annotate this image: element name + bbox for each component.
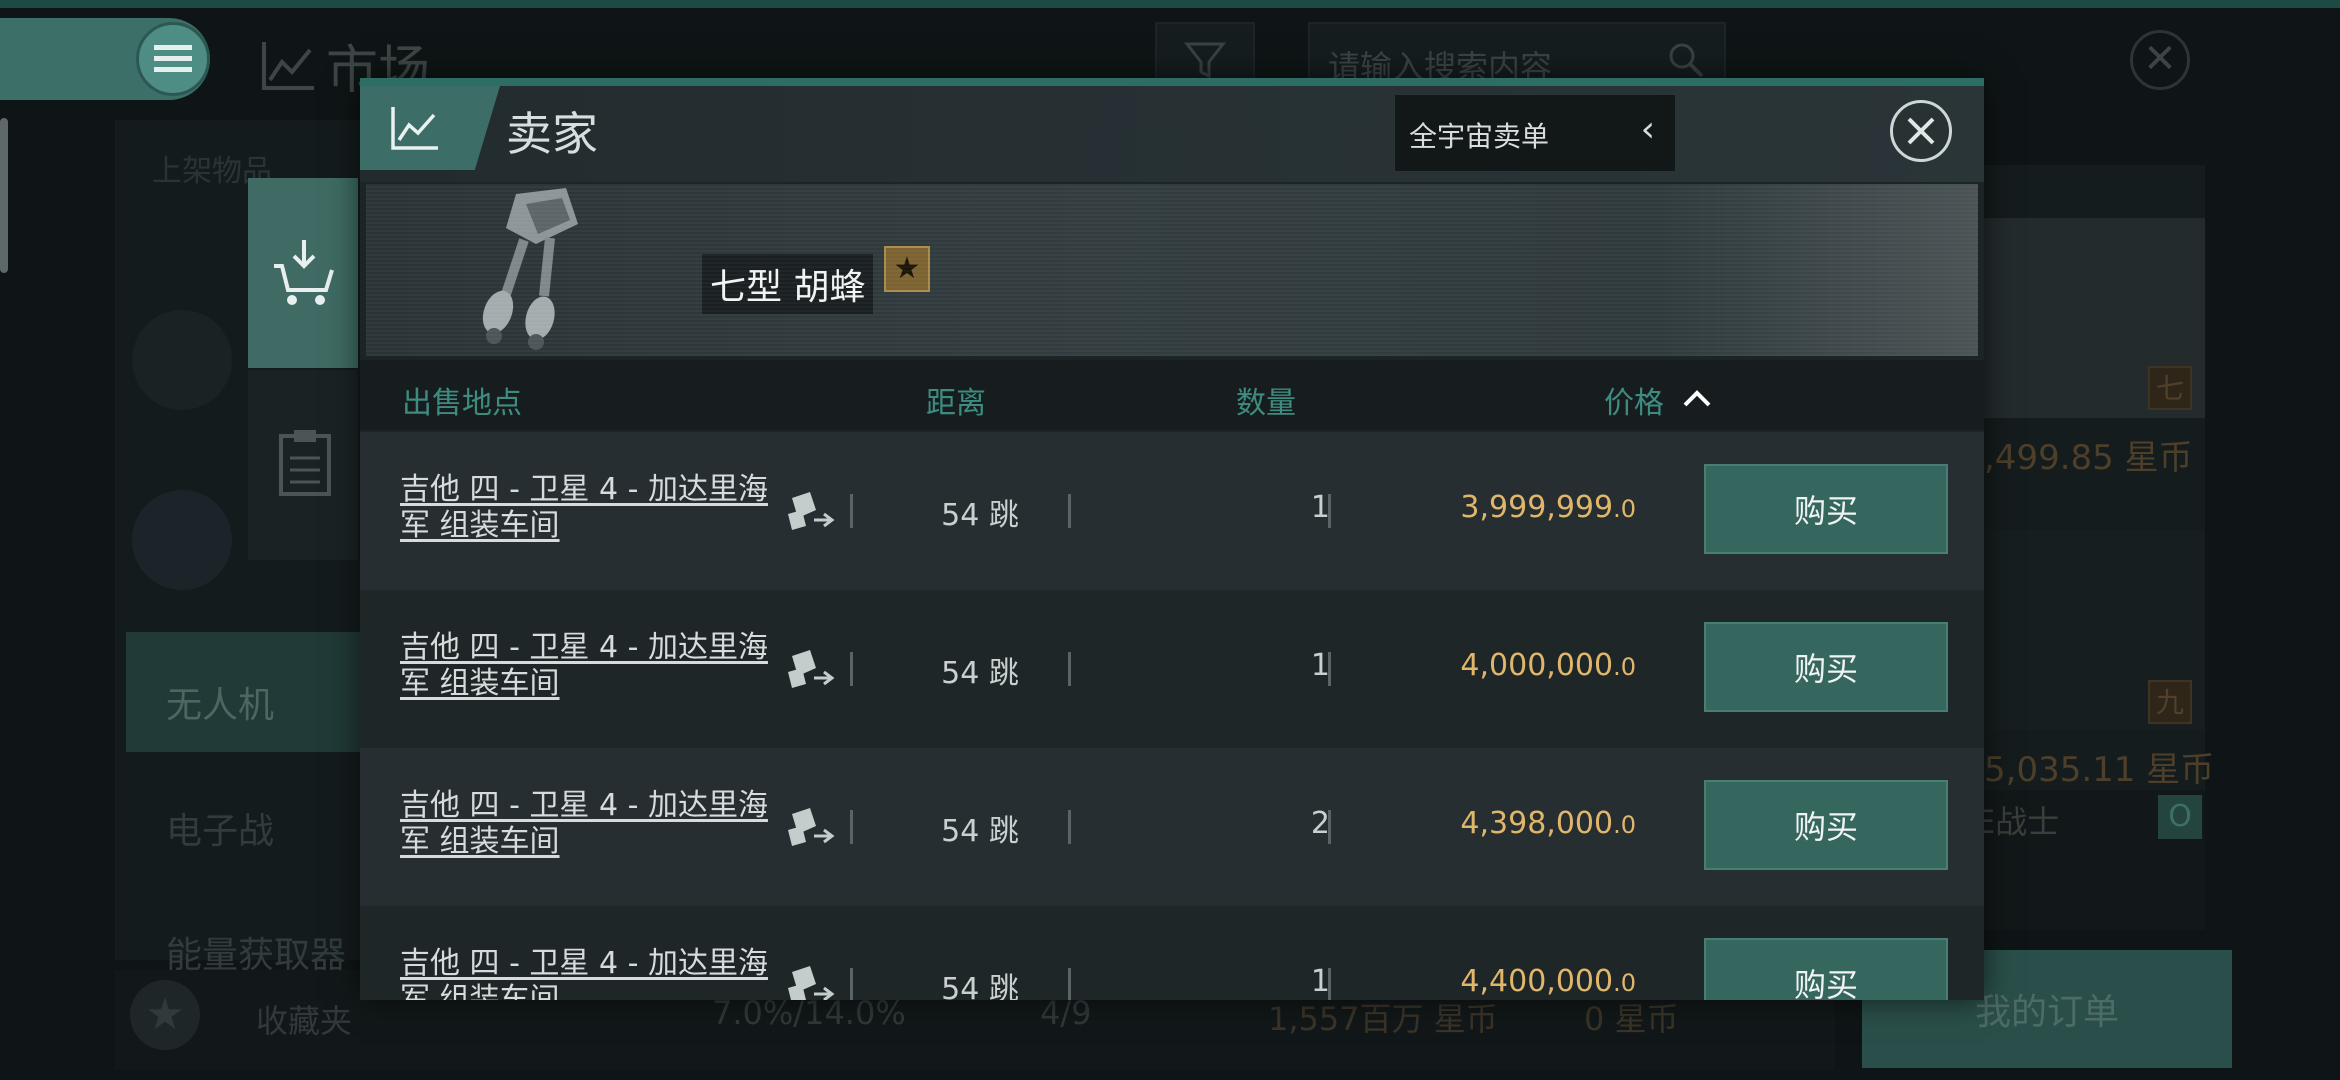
price-decimal: .0 (1613, 969, 1636, 997)
drone-image (482, 188, 578, 350)
chart-icon (391, 107, 438, 150)
divider (1068, 652, 1071, 686)
orders-column-header: 出售地点 距离 数量 价格 (360, 360, 1984, 430)
order-quantity: 2 (1310, 806, 1330, 841)
chevron-left-icon: ‹ (1640, 109, 1655, 150)
price-main: 4,000,000 (1460, 648, 1614, 683)
divider (1328, 494, 1331, 528)
item-card-tag: O (2158, 795, 2202, 839)
listed-item-thumbnail[interactable] (132, 490, 232, 590)
divider (1328, 810, 1331, 844)
favorites-label[interactable]: 收藏夹 (256, 996, 352, 1042)
divider (1068, 494, 1071, 528)
autopilot-icon[interactable] (784, 964, 838, 1000)
autopilot-icon[interactable] (784, 806, 838, 850)
edge-scroll-indicator (0, 118, 8, 273)
dialog-accent-line (360, 78, 1984, 86)
table-row[interactable]: 吉他 四 - 卫星 4 - 加达里海军 组装车间 54 跳 1 4,400,00… (360, 906, 1984, 1000)
order-price: 4,000,000.0 (1360, 648, 1636, 683)
sellers-dialog: 卖家 全宇宙卖单 ‹ 七型 胡蜂 ★ 出售地点 距离 数量 价格 吉他 四 - … (360, 78, 1984, 1000)
column-location[interactable]: 出售地点 (402, 378, 522, 422)
order-price: 4,398,000.0 (1360, 806, 1636, 841)
divider (1328, 968, 1331, 1000)
price-decimal: .0 (1613, 653, 1636, 681)
star-icon[interactable]: ★ (130, 980, 200, 1050)
item-banner: 七型 胡蜂 ★ (366, 184, 1978, 356)
sell-location-link[interactable]: 吉他 四 - 卫星 4 - 加达里海军 组装车间 (400, 946, 780, 1000)
item-card-price: ,499.85 星币 (1984, 438, 2193, 478)
sell-location-link[interactable]: 吉他 四 - 卫星 4 - 加达里海军 组装车间 (400, 630, 780, 702)
item-card-title: E战士 (1975, 803, 2060, 841)
side-tab-sell[interactable] (248, 178, 358, 368)
order-quantity: 1 (1310, 648, 1330, 683)
order-price: 3,999,999.0 (1360, 490, 1636, 525)
price-main: 4,400,000 (1460, 964, 1614, 999)
sell-location-link[interactable]: 吉他 四 - 卫星 4 - 加达里海军 组装车间 (400, 788, 780, 860)
item-name: 七型 胡蜂 (702, 254, 874, 314)
cart-icon (274, 240, 334, 305)
column-quantity[interactable]: 数量 (1236, 378, 1296, 422)
table-row[interactable]: 吉他 四 - 卫星 4 - 加达里海军 组装车间 54 跳 1 4,000,00… (360, 590, 1984, 748)
buy-button[interactable]: 购买 (1704, 622, 1948, 712)
dialog-header (360, 86, 1984, 182)
filter-icon (1183, 42, 1227, 79)
search-icon[interactable] (1666, 40, 1706, 80)
column-distance[interactable]: 距离 (926, 378, 986, 422)
sort-asc-icon[interactable] (1682, 388, 1712, 408)
order-quantity: 1 (1310, 490, 1330, 525)
star-icon: ★ (884, 246, 930, 292)
close-icon[interactable] (1890, 100, 1952, 162)
price-decimal: .0 (1613, 811, 1636, 839)
buy-button[interactable]: 购买 (1704, 938, 1948, 1000)
escrow-balance: 0 星币 (1584, 1000, 1679, 1038)
table-row[interactable]: 吉他 四 - 卫星 4 - 加达里海军 组装车间 54 跳 2 4,398,00… (360, 748, 1984, 906)
column-price[interactable]: 价格 (1604, 378, 1664, 422)
category-ewar[interactable]: 电子战 (166, 802, 274, 854)
table-row[interactable]: 吉他 四 - 卫星 4 - 加达里海军 组装车间 54 跳 1 3,999,99… (360, 432, 1984, 590)
order-quantity: 1 (1310, 964, 1330, 999)
divider (850, 810, 853, 844)
autopilot-icon[interactable] (784, 490, 838, 534)
top-accent-line (0, 0, 2340, 8)
jump-distance: 54 跳 (941, 656, 1019, 691)
chart-icon (262, 41, 314, 90)
category-label: 无人机 (166, 685, 275, 726)
jump-distance: 54 跳 (941, 814, 1019, 849)
divider (1068, 810, 1071, 844)
sell-location-link[interactable]: 吉他 四 - 卫星 4 - 加达里海军 组装车间 (400, 472, 780, 544)
buy-button[interactable]: 购买 (1704, 464, 1948, 554)
dropdown-value: 全宇宙卖单 (1409, 120, 1550, 153)
order-scope-dropdown[interactable]: 全宇宙卖单 ‹ (1394, 94, 1676, 172)
market-close-button[interactable]: ✕ (2130, 30, 2190, 90)
item-card-price: 5,035.11 星币 (1984, 750, 2215, 790)
divider (850, 968, 853, 1000)
autopilot-icon[interactable] (784, 648, 838, 692)
divider (850, 652, 853, 686)
wallet-balance: 1,557百万 星币 (1268, 1000, 1498, 1038)
tech-badge: 七 (2148, 366, 2192, 410)
jump-distance: 54 跳 (941, 972, 1019, 1000)
divider (1328, 652, 1331, 686)
buy-button[interactable]: 购买 (1704, 780, 1948, 870)
price-main: 3,999,999 (1460, 490, 1614, 525)
menu-icon[interactable] (136, 22, 210, 96)
order-price: 4,400,000.0 (1360, 964, 1636, 999)
price-decimal: .0 (1613, 495, 1636, 523)
dialog-title: 卖家 (506, 107, 598, 161)
side-tab-orders[interactable] (248, 370, 358, 560)
jump-distance: 54 跳 (941, 498, 1019, 533)
listed-item-thumbnail[interactable] (132, 310, 232, 410)
clipboard-icon (279, 430, 331, 496)
tech-badge: 九 (2148, 680, 2192, 724)
divider (1068, 968, 1071, 1000)
price-main: 4,398,000 (1460, 806, 1614, 841)
divider (850, 494, 853, 528)
